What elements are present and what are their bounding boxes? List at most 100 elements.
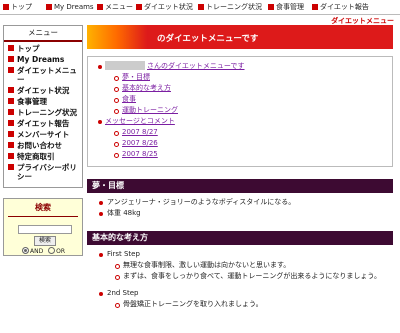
step-heading: First Step xyxy=(99,249,393,260)
topnav-link-meal[interactable]: 食事管理 xyxy=(268,2,304,12)
search-mode-options: AND OR xyxy=(22,247,65,255)
sidebar-item-meal[interactable]: 食事管理 xyxy=(8,97,82,106)
toc-link-top[interactable]: さんのダイエットメニューです xyxy=(98,61,386,72)
toc-label: 夢・目標 xyxy=(122,73,150,81)
red-square-icon xyxy=(8,56,14,62)
red-square-icon xyxy=(3,4,9,10)
circle-bullet-icon xyxy=(114,76,119,81)
toc-link-exercise[interactable]: 運動トレーニング xyxy=(98,105,386,116)
red-square-icon xyxy=(8,45,14,51)
red-square-icon xyxy=(46,4,52,10)
sidebar-item-member-site[interactable]: メンバーサイト xyxy=(8,130,82,139)
topnav-link-training-status[interactable]: トレーニング状況 xyxy=(198,2,262,12)
sidebar-item-label: トレーニング状況 xyxy=(17,108,77,117)
toc-label: さんのダイエットメニューです xyxy=(147,62,245,70)
list-item: 体重 48kg xyxy=(99,208,393,219)
toc-label: 食事 xyxy=(122,95,136,103)
sidebar-item-contact[interactable]: お問い合わせ xyxy=(8,141,82,150)
list-item: 無理な食事制限、激しい運動は向かないと思います。 xyxy=(99,260,393,271)
topnav-label: メニュー xyxy=(105,3,133,11)
red-square-icon xyxy=(136,4,142,10)
sidebar-item-label: トップ xyxy=(17,44,40,53)
and-radio[interactable] xyxy=(22,247,29,254)
sidebar-item-diet-report[interactable]: ダイエット報告 xyxy=(8,119,82,128)
bullet-icon xyxy=(98,120,102,124)
toc-link-date[interactable]: 2007 8/26 xyxy=(98,138,386,149)
list-item-text: 骨盤矯正トレーニングを取り入れましょう。 xyxy=(123,300,263,308)
list-item: 骨盤矯正トレーニングを取り入れましょう。 xyxy=(99,299,393,310)
toc-link-date[interactable]: 2007 8/25 xyxy=(98,149,386,160)
toc-link-meal[interactable]: 食事 xyxy=(98,94,386,105)
section-heading-approach: 基本的な考え方 xyxy=(87,231,393,245)
step-heading: 2nd Step xyxy=(99,288,393,299)
bullet-icon xyxy=(98,65,102,69)
red-square-icon xyxy=(8,164,14,170)
toc-link-approach[interactable]: 基本的な考え方 xyxy=(98,83,386,94)
sidebar-item-training-status[interactable]: トレーニング状況 xyxy=(8,108,82,117)
toc-label: 基本的な考え方 xyxy=(122,84,171,92)
sidebar-item-label: プライバシーポリシー xyxy=(17,163,77,181)
hero-title: のダイエットメニューです xyxy=(157,34,259,44)
red-square-icon xyxy=(312,4,318,10)
or-label: OR xyxy=(56,248,66,255)
list-item: アンジェリーナ・ジョリーのようなボディスタイルになる。 xyxy=(99,197,393,208)
sidebar-item-commerce-law[interactable]: 特定商取引 xyxy=(8,152,82,161)
table-of-contents: さんのダイエットメニューです 夢・目標 基本的な考え方 食事 運動トレーニング … xyxy=(87,56,393,167)
bullet-icon xyxy=(99,212,103,216)
red-square-icon xyxy=(8,109,14,115)
topnav-link-menu[interactable]: メニュー xyxy=(97,2,133,12)
sidebar-item-privacy-policy[interactable]: プライバシーポリシー xyxy=(8,163,82,181)
toc-label: 2007 8/27 xyxy=(122,128,158,136)
topnav-label: 食事管理 xyxy=(276,3,304,11)
sidebar-item-top[interactable]: トップ xyxy=(8,44,82,53)
red-square-icon xyxy=(97,4,103,10)
circle-bullet-icon xyxy=(114,131,119,136)
toc-label: メッセージとコメント xyxy=(105,117,175,125)
step-label: 2nd Step xyxy=(107,289,139,297)
search-button[interactable]: 検索 xyxy=(34,236,56,246)
sidebar-item-my-dreams[interactable]: My Dreams xyxy=(8,55,82,64)
circle-bullet-icon xyxy=(114,153,119,158)
sidebar-item-label: 食事管理 xyxy=(17,97,47,106)
banner-gradient xyxy=(87,25,147,49)
search-title: 検索 xyxy=(35,203,51,212)
sidebar-item-diet-status[interactable]: ダイエット状況 xyxy=(8,86,82,95)
topnav-link-my-dreams[interactable]: My Dreams xyxy=(46,2,94,12)
sidebar-item-diet-menu[interactable]: ダイエットメニュー xyxy=(8,66,82,84)
red-square-icon xyxy=(8,98,14,104)
circle-bullet-icon xyxy=(114,87,119,92)
toc-label: 2007 8/26 xyxy=(122,139,158,147)
red-square-icon xyxy=(8,120,14,126)
sidebar-item-label: お問い合わせ xyxy=(17,141,62,150)
hero-banner: のダイエットメニューです xyxy=(87,25,393,49)
red-square-icon xyxy=(268,4,274,10)
blurred-name xyxy=(105,61,145,70)
list-item-text: 体重 48kg xyxy=(107,209,141,217)
toc-label: 運動トレーニング xyxy=(122,106,178,114)
and-label: AND xyxy=(30,248,44,255)
sidebar-item-label: ダイエットメニュー xyxy=(17,66,77,84)
list-item-text: アンジェリーナ・ジョリーのようなボディスタイルになる。 xyxy=(107,198,296,206)
circle-bullet-icon xyxy=(114,98,119,103)
circle-bullet-icon xyxy=(114,142,119,147)
topnav-label: My Dreams xyxy=(54,3,94,11)
toc-link-messages[interactable]: メッセージとコメント xyxy=(98,116,386,127)
search-input[interactable] xyxy=(18,225,72,234)
topnav-label: ダイエット報告 xyxy=(320,3,369,11)
top-navigation-bar: トップ My Dreams メニュー ダイエット状況 トレーニング状況 食事管理… xyxy=(0,0,400,15)
topnav-link-diet-status[interactable]: ダイエット状況 xyxy=(136,2,193,12)
circle-bullet-icon xyxy=(115,275,120,280)
red-square-icon xyxy=(8,142,14,148)
approach-section: First Step 無理な食事制限、激しい運動は向かないと思います。 まずは、… xyxy=(87,245,393,310)
sidebar: メニュー トップ My Dreams ダイエットメニュー ダイエット状況 食事管… xyxy=(3,25,83,256)
list-item-text: 無理な食事制限、激しい運動は向かないと思います。 xyxy=(123,261,291,269)
topnav-link-diet-report[interactable]: ダイエット報告 xyxy=(312,2,369,12)
sidebar-menu-list: トップ My Dreams ダイエットメニュー ダイエット状況 食事管理 トレー… xyxy=(4,42,82,187)
topnav-link-top[interactable]: トップ xyxy=(3,2,32,12)
or-radio[interactable] xyxy=(48,247,56,254)
circle-bullet-icon xyxy=(114,109,119,114)
toc-link-date[interactable]: 2007 8/27 xyxy=(98,127,386,138)
topnav-label: トップ xyxy=(11,3,32,11)
sidebar-item-label: 特定商取引 xyxy=(17,152,55,161)
toc-link-goals[interactable]: 夢・目標 xyxy=(98,72,386,83)
